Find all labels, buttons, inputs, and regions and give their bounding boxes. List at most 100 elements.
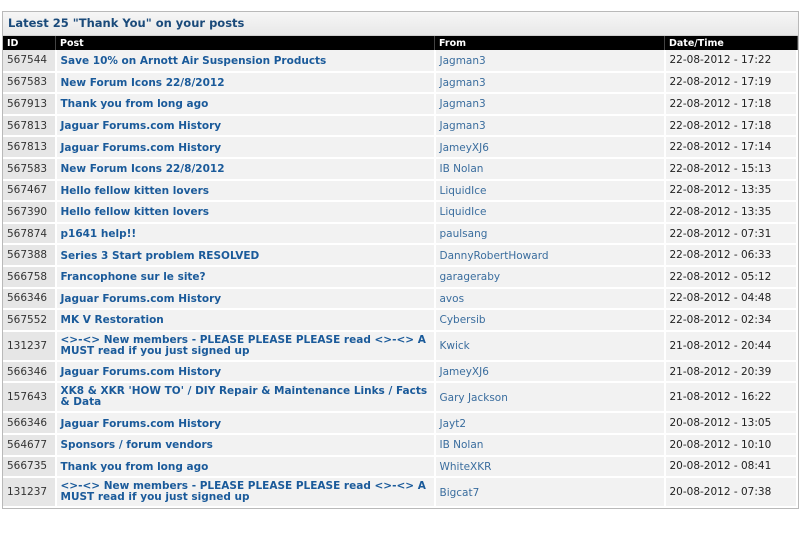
table-row: 566735 Thank you from long ago WhiteXKR 20-… [3,455,798,479]
row-id: 131237 [3,330,57,362]
post-link[interactable]: Sponsors / forum vendors [61,440,213,451]
post-link[interactable]: Jaguar Forums.com History [61,142,222,154]
user-link[interactable]: Jagman3 [440,77,486,89]
row-id: 566735 [3,455,57,479]
post-link[interactable]: MK V Restoration [61,315,164,326]
row-from-cell: Jayt2 [434,412,666,435]
table-row: 566346 Jaguar Forums.com History Jayt2 20-0… [3,412,798,435]
post-link[interactable]: Hello fellow kitten lovers [61,207,210,218]
post-link[interactable]: <>-<> New members - PLEASE PLEASE PLEASE… [61,481,430,503]
row-post-cell: Save 10% on Arnott Air Suspension Produc… [55,50,436,73]
row-post-cell: Jaguar Forums.com History [55,287,436,311]
post-link[interactable]: Thank you from long ago [61,461,209,473]
row-from-cell: Jagman3 [434,93,666,116]
row-datetime: 22-08-2012 - 17:22 [664,50,798,73]
table-row: 567913 Thank you from long ago Jagman3 22-0… [3,93,798,116]
user-link[interactable]: DannyRobertHoward [440,250,549,262]
user-link[interactable]: Jagman3 [440,55,486,67]
row-from-cell: Cybersib [434,309,666,332]
header-datetime: Date/Time [664,36,798,50]
user-link[interactable]: paulsang [440,228,488,240]
row-from-cell: avos [434,287,666,311]
row-datetime: 22-08-2012 - 06:33 [664,244,798,267]
row-post-cell: New Forum Icons 22/8/2012 [55,71,436,95]
user-link[interactable]: IB Nolan [440,439,484,451]
thanks-table: ID Post From Date/Time 567544 Save 10% on… [3,36,798,509]
row-id: 567913 [3,93,57,116]
user-link[interactable]: Bigcat7 [440,487,480,499]
user-link[interactable]: avos [440,293,465,305]
row-post-cell: New Forum Icons 22/8/2012 [55,157,436,181]
post-link[interactable]: Thank you from long ago [61,99,209,110]
user-link[interactable]: JameyXJ6 [440,366,489,378]
row-post-cell: Jaguar Forums.com History [55,136,436,159]
row-datetime: 22-08-2012 - 17:18 [664,114,798,138]
post-link[interactable]: XK8 & XKR 'HOW TO' / DIY Repair & Mainte… [61,386,430,408]
user-link[interactable]: Jagman3 [440,120,486,132]
thanks-panel: Latest 25 "Thank You" on your posts ID P… [2,11,799,510]
row-post-cell: Sponsors / forum vendors [55,433,436,457]
row-from-cell: WhiteXKR [434,455,666,479]
row-id: 567874 [3,222,57,246]
row-post-cell: <>-<> New members - PLEASE PLEASE PLEASE… [55,330,436,362]
row-id: 567813 [3,136,57,159]
row-from-cell: DannyRobertHoward [434,244,666,267]
row-from-cell: Jagman3 [434,71,666,95]
post-link[interactable]: New Forum Icons 22/8/2012 [61,164,225,175]
post-link[interactable]: p1641 help!! [61,229,137,240]
row-id: 567583 [3,157,57,181]
post-link[interactable]: Jaguar Forums.com History [61,293,222,305]
user-link[interactable]: Cybersib [440,314,486,326]
user-link[interactable]: WhiteXKR [440,461,492,473]
user-link[interactable]: IB Nolan [440,163,484,175]
row-post-cell: Hello fellow kitten lovers [55,201,436,224]
row-from-cell: Bigcat7 [434,477,666,509]
row-from-cell: IB Nolan [434,433,666,457]
post-link[interactable]: New Forum Icons 22/8/2012 [61,77,225,89]
user-link[interactable]: Jagman3 [440,98,486,110]
row-datetime: 22-08-2012 - 05:12 [664,265,798,289]
post-link[interactable]: Jaguar Forums.com History [61,121,222,132]
table-row: 567874 p1641 help!! paulsang 22-08-2012 - 0… [3,222,798,246]
row-id: 567544 [3,50,57,73]
row-id: 566346 [3,360,57,384]
row-from-cell: Kwick [434,330,666,362]
user-link[interactable]: Kwick [440,340,470,352]
table-row: 566346 Jaguar Forums.com History avos 22-08… [3,287,798,311]
table-row: 564677 Sponsors / forum vendors IB Nolan 20… [3,433,798,457]
table-row: 567388 Series 3 Start problem RESOLVED Dan… [3,244,798,267]
row-datetime: 22-08-2012 - 17:14 [664,136,798,159]
table-row: 567552 MK V Restoration Cybersib 22-08-2012… [3,309,798,332]
post-link[interactable]: <>-<> New members - PLEASE PLEASE PLEASE… [61,334,430,357]
row-from-cell: Gary Jackson [434,382,666,414]
row-id: 566346 [3,412,57,435]
user-link[interactable]: LiquidIce [440,206,487,218]
row-post-cell: Jaguar Forums.com History [55,114,436,138]
post-link[interactable]: Hello fellow kitten lovers [61,185,210,197]
row-post-cell: p1641 help!! [55,222,436,246]
user-link[interactable]: JameyXJ6 [440,142,489,154]
user-link[interactable]: Gary Jackson [440,392,508,404]
row-id: 567388 [3,244,57,267]
user-link[interactable]: LiquidIce [440,185,487,197]
row-from-cell: garageraby [434,265,666,289]
row-datetime: 20-08-2012 - 08:41 [664,455,798,479]
row-post-cell: Thank you from long ago [55,455,436,479]
header-id: ID [3,36,56,50]
user-link[interactable]: Jayt2 [440,418,467,430]
row-post-cell: Francophone sur le site? [55,265,436,289]
row-post-cell: Thank you from long ago [55,93,436,116]
row-datetime: 22-08-2012 - 13:35 [664,179,798,203]
user-link[interactable]: garageraby [440,271,501,283]
table-row: 131237 <>-<> New members - PLEASE PLEASE … [3,330,798,362]
table-row: 131237 <>-<> New members - PLEASE PLEASE … [3,477,798,509]
post-link[interactable]: Jaguar Forums.com History [61,418,222,430]
post-link[interactable]: Series 3 Start problem RESOLVED [61,250,260,262]
row-from-cell: JameyXJ6 [434,136,666,159]
post-link[interactable]: Save 10% on Arnott Air Suspension Produc… [61,55,327,67]
row-datetime: 21-08-2012 - 20:44 [664,330,798,362]
row-id: 567552 [3,309,57,332]
post-link[interactable]: Jaguar Forums.com History [61,367,222,378]
row-datetime: 21-08-2012 - 16:22 [664,382,798,414]
post-link[interactable]: Francophone sur le site? [61,272,206,283]
